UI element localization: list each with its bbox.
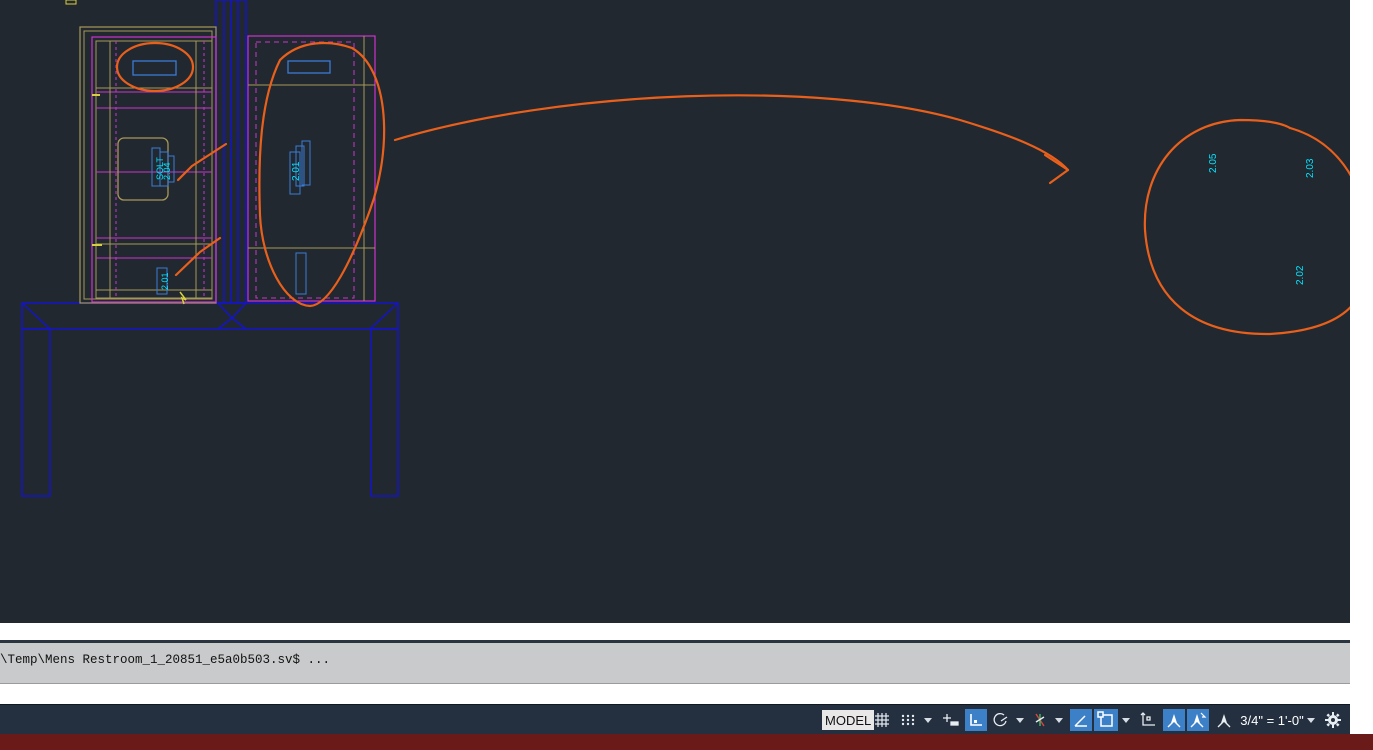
osnap-track-icon[interactable] <box>1070 709 1092 731</box>
annotation-visibility-icon[interactable] <box>1163 709 1185 731</box>
svg-text:2.01: 2.01 <box>160 272 170 290</box>
polar-icon[interactable] <box>990 709 1012 731</box>
ortho-icon[interactable] <box>965 709 987 731</box>
osnap-icon[interactable] <box>1094 709 1118 731</box>
drawing-canvas[interactable]: SOLT 2.04 2.01 2.01 2.05 2.03 2.02 <box>0 0 1350 623</box>
snap-dropdown-chevron-icon[interactable] <box>922 709 934 731</box>
isometric-dropdown-chevron-icon[interactable] <box>1053 709 1065 731</box>
left-cabinet <box>79 26 217 305</box>
room-tag-2-03: 2.03 <box>1305 158 1316 178</box>
room-tag-2-02: 2.02 <box>1295 265 1306 285</box>
settings-gear-icon[interactable] <box>1322 709 1344 731</box>
command-input[interactable] <box>0 684 1350 704</box>
annotation-scale-chevron-icon[interactable] <box>1305 709 1317 731</box>
annotation-scale-icon[interactable] <box>1213 709 1235 731</box>
isometric-icon[interactable] <box>1030 709 1050 731</box>
svg-text:2.04: 2.04 <box>162 162 172 180</box>
window-edge <box>1350 0 1373 750</box>
markup-annotations <box>115 41 1350 336</box>
snap-icon[interactable] <box>897 709 919 731</box>
model-space-button[interactable]: MODEL <box>822 710 875 730</box>
ucs-icon[interactable] <box>1137 709 1159 731</box>
annotation-scale-dropdown[interactable]: 3/4" = 1'-0" <box>1239 709 1305 731</box>
right-cabinet <box>247 35 376 302</box>
command-history-text: \Temp\Mens Restroom_1_20851_e5a0b503.sv$… <box>0 653 331 667</box>
command-history: \Temp\Mens Restroom_1_20851_e5a0b503.sv$… <box>0 643 1350 684</box>
taskbar-edge <box>0 734 1373 750</box>
drawing-svg[interactable]: SOLT 2.04 2.01 2.01 2.05 2.03 2.02 <box>0 0 1350 623</box>
auto-scale-icon[interactable] <box>1187 709 1209 731</box>
annotation-scale-label: 3/4" = 1'-0" <box>1240 712 1304 728</box>
osnap-dropdown-chevron-icon[interactable] <box>1120 709 1132 731</box>
polar-dropdown-chevron-icon[interactable] <box>1014 709 1026 731</box>
panel-separator <box>0 623 1350 640</box>
room-tag-2-05: 2.05 <box>1208 153 1219 173</box>
room-tag-2-01: 2.01 <box>291 161 302 181</box>
status-bar: MODEL 3/4" = 1'-0" <box>0 704 1350 735</box>
grid-icon[interactable] <box>872 709 892 731</box>
infer-icon[interactable] <box>940 709 962 731</box>
